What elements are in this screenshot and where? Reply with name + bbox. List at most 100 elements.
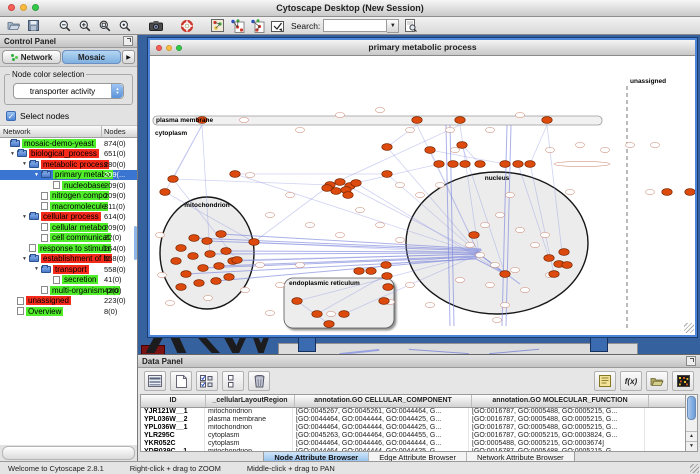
tree-column-nodes[interactable]: Nodes bbox=[102, 126, 137, 137]
tree-expand-arrow-icon[interactable]: ▼ bbox=[32, 172, 41, 178]
network-tree-row[interactable]: nucleobase-209(0) bbox=[0, 180, 137, 191]
formula-builder-icon[interactable]: f(x) bbox=[620, 371, 642, 391]
tree-expand-arrow-icon[interactable]: ▼ bbox=[20, 256, 29, 262]
attribute-table-icon[interactable] bbox=[144, 371, 166, 391]
edit-network-edges-icon[interactable] bbox=[249, 19, 266, 33]
tree-expand-arrow-icon[interactable]: ▼ bbox=[8, 151, 17, 157]
graph-node-highlighted bbox=[171, 258, 181, 265]
network-close-button[interactable] bbox=[156, 45, 162, 51]
graph-node-highlighted bbox=[211, 278, 221, 285]
open-folder-icon[interactable] bbox=[5, 19, 22, 33]
zoom-in-icon[interactable] bbox=[76, 19, 93, 33]
save-icon[interactable] bbox=[25, 19, 42, 33]
region-plasma-membrane bbox=[153, 116, 602, 125]
zoom-out-icon[interactable] bbox=[56, 19, 73, 33]
control-panel-hscrollbar[interactable] bbox=[2, 446, 135, 460]
new-attribute-icon[interactable] bbox=[170, 371, 192, 391]
search-dropdown-arrow[interactable]: ▼ bbox=[387, 19, 399, 33]
graph-node-highlighted bbox=[292, 298, 302, 305]
table-row[interactable]: YKR052Ccytoplasm[GO:0044464, GO:0044446,… bbox=[141, 440, 685, 448]
network-tree-row[interactable]: Overview8(0) bbox=[0, 306, 137, 317]
table-row[interactable]: YDR039C__1mitochondrion[GO:0044464, GO:0… bbox=[141, 448, 685, 451]
graph-node-highlighted bbox=[351, 180, 361, 187]
annotation-icon[interactable] bbox=[269, 19, 286, 33]
delete-attribute-icon[interactable] bbox=[248, 371, 270, 391]
network-view-window[interactable]: primary metabolic process plasma membran… bbox=[148, 38, 697, 337]
table-vertical-scrollbar[interactable]: ▲ ▼ bbox=[685, 395, 697, 451]
tree-expand-arrow-icon[interactable]: ▼ bbox=[20, 214, 29, 220]
import-attributes-icon[interactable] bbox=[646, 371, 668, 391]
network-tree-row[interactable]: response to stimulu264(0) bbox=[0, 243, 137, 254]
network-tree-row[interactable]: mosaic-demo-yeast874(0) bbox=[0, 138, 137, 149]
tree-row-node-count: 209(0) bbox=[104, 223, 126, 232]
table-row[interactable]: YPL036W__1mitochondrion[GO:0044464, GO:0… bbox=[141, 424, 685, 432]
tab-mosaic[interactable]: Mosaic bbox=[62, 50, 121, 64]
table-row[interactable]: YJR121W__1mitochondrion[GO:0045267, GO:0… bbox=[141, 408, 685, 416]
network-desktop: primary metabolic process plasma membran… bbox=[138, 35, 700, 354]
search-options-icon[interactable] bbox=[402, 19, 419, 33]
network-tree-row[interactable]: ▼cellular process614(0) bbox=[0, 212, 137, 223]
network-canvas[interactable]: plasma membranecytoplasmmitochondrionnuc… bbox=[150, 56, 695, 334]
network-tree-row[interactable]: multi-organism pro42(0) bbox=[0, 285, 137, 296]
float-panel-icon[interactable] bbox=[123, 36, 133, 46]
tree-column-network[interactable]: Network bbox=[0, 126, 102, 137]
network-tree-row[interactable]: cellular metabo209(0) bbox=[0, 222, 137, 233]
table-column-header[interactable]: annotation.GO MOLECULAR_FUNCTION bbox=[472, 395, 649, 407]
network-tree-row[interactable]: cell communicat22(0) bbox=[0, 233, 137, 244]
scroll-up-arrow-icon[interactable]: ▲ bbox=[686, 431, 697, 441]
tree-expand-arrow-icon[interactable]: ▼ bbox=[32, 266, 41, 272]
graph-node bbox=[566, 189, 575, 194]
table-column-header[interactable]: ID bbox=[141, 395, 206, 407]
edit-network-nodes-icon[interactable] bbox=[229, 19, 246, 33]
unselect-attributes-icon[interactable] bbox=[222, 371, 244, 391]
window-titlebar[interactable]: Cytoscape Desktop (New Session) bbox=[0, 0, 700, 17]
help-lifering-icon[interactable] bbox=[178, 19, 195, 33]
network-tree-row[interactable]: nitrogen compo209(0) bbox=[0, 191, 137, 202]
network-graph-svg[interactable]: plasma membranecytoplasmmitochondrionnuc… bbox=[150, 56, 695, 334]
table-row[interactable]: YPL036W__2plasma membrane[GO:0044464, GO… bbox=[141, 416, 685, 424]
snapshot-camera-icon[interactable] bbox=[147, 19, 164, 33]
network-tree-row[interactable]: macromolecule311(0) bbox=[0, 201, 137, 212]
graph-node-highlighted bbox=[188, 253, 198, 260]
graph-node-highlighted bbox=[312, 311, 322, 318]
search-input[interactable] bbox=[323, 19, 387, 32]
float-panel-icon[interactable] bbox=[686, 356, 696, 366]
network-tree-row[interactable]: unassigned223(0) bbox=[0, 296, 137, 307]
select-nodes-checkbox[interactable]: ✓ bbox=[6, 111, 16, 121]
graph-node bbox=[266, 310, 275, 315]
table-column-header[interactable]: _cellularLayoutRegion bbox=[206, 395, 295, 407]
graph-node bbox=[476, 252, 485, 257]
close-button[interactable] bbox=[8, 4, 15, 11]
graph-edge bbox=[530, 125, 547, 164]
app-resize-grip[interactable] bbox=[690, 464, 699, 473]
more-tabs-arrow-icon[interactable]: ▶ bbox=[122, 50, 135, 64]
vizmapper-icon[interactable] bbox=[209, 19, 226, 33]
table-row[interactable]: YLR295Ccytoplasm[GO:0045263, GO:0044464,… bbox=[141, 432, 685, 440]
zoom-fit-icon[interactable] bbox=[116, 19, 133, 33]
zoom-button[interactable] bbox=[32, 4, 39, 11]
network-tree-row[interactable]: ▼primary metabo209(... bbox=[0, 170, 137, 181]
scroll-down-arrow-icon[interactable]: ▼ bbox=[686, 441, 697, 451]
attribute-notes-icon[interactable] bbox=[594, 371, 616, 391]
scrollbar-thumb[interactable] bbox=[687, 396, 696, 420]
mosaic-controls: Node color selection transporter activit… bbox=[0, 67, 137, 126]
node-color-dropdown[interactable]: transporter activity ▲▼ bbox=[13, 83, 124, 99]
network-tree-row[interactable]: ▼transport558(0) bbox=[0, 264, 137, 275]
network-tree-row[interactable]: ▼establishment of lo558(0) bbox=[0, 254, 137, 265]
zoom-selected-icon[interactable] bbox=[96, 19, 113, 33]
table-column-header[interactable]: annotation.GO CELLULAR_COMPONENT bbox=[295, 395, 472, 407]
window-resize-grip[interactable] bbox=[684, 323, 694, 333]
tree-expand-arrow-icon[interactable]: ▼ bbox=[20, 161, 29, 167]
attribute-matrix-icon[interactable] bbox=[672, 371, 694, 391]
attribute-table-grid[interactable]: ID_cellularLayoutRegionannotation.GO CEL… bbox=[141, 395, 685, 451]
tree-row-node-count: 209(... bbox=[104, 170, 125, 179]
network-tree-row[interactable]: ▼metabolic process280(0) bbox=[0, 159, 137, 170]
select-attributes-icon[interactable] bbox=[196, 371, 218, 391]
network-window-titlebar[interactable]: primary metabolic process bbox=[150, 40, 695, 56]
network-minimize-button[interactable] bbox=[166, 45, 172, 51]
minimize-button[interactable] bbox=[20, 4, 27, 11]
network-tree-row[interactable]: secretion41(0) bbox=[0, 275, 137, 286]
network-tree-row[interactable]: ▼biological_process651(0) bbox=[0, 149, 137, 160]
network-zoom-button[interactable] bbox=[176, 45, 182, 51]
tab-network[interactable]: Network bbox=[2, 50, 61, 64]
